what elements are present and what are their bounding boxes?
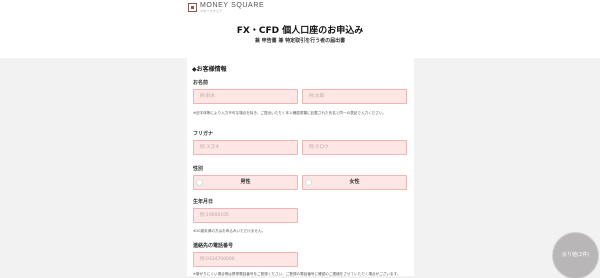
logo-name: MONEY SQUARE (200, 2, 265, 9)
logo-subtitle: マネースクエア (200, 9, 223, 13)
kana-label: フリガナ (193, 131, 214, 137)
phone-input[interactable]: 例:0334700000 (193, 252, 298, 267)
first-name-kana-input[interactable]: 例:タロウ (302, 140, 407, 155)
page-title: FX・CFD 個人口座のお申込み (236, 26, 364, 36)
site-header: MONEY SQUARE マネースクエア FX・CFD 個人口座のお申込み 兼 … (0, 0, 600, 58)
gender-option-female[interactable]: 女性 (302, 175, 407, 190)
back-button[interactable]: 戻り値(2件) (553, 233, 598, 278)
gender-option-male[interactable]: 男性 (193, 175, 298, 190)
birthdate-note: ※20歳未満の方はお申込みいただけません。 (193, 229, 266, 233)
phone-note: ※繋がりにくい場合等は携帯電話番号をご登録ください。ご登録の電話番号に確認のご連… (193, 272, 401, 276)
birthdate-label: 生年月日 (193, 199, 214, 205)
logo[interactable]: MONEY SQUARE マネースクエア (188, 2, 264, 13)
gender-label: 性別 (193, 166, 204, 172)
section-title: ◆お客様情報 (192, 66, 227, 73)
logo-mark-icon (188, 3, 197, 12)
birthdate-input[interactable]: 例:19800105 (193, 208, 298, 223)
last-name-input[interactable]: 例:鈴木 (193, 89, 298, 104)
name-note: ※旧字体等により入力不可な場合を除き、ご提出いただく本人確認書類に記載された氏名… (193, 111, 387, 115)
gender-option-male-label: 男性 (240, 179, 251, 185)
application-form: ◆お客様情報 お名前 例:鈴木 例:太郎 ※旧字体等により入力不可な場合を除き、… (187, 58, 414, 276)
first-name-input[interactable]: 例:太郎 (302, 89, 407, 104)
gender-option-female-label: 女性 (349, 179, 360, 185)
page-subtitle: 兼 申告書 兼 特定取引を行う者の届出書 (254, 38, 346, 44)
last-name-kana-input[interactable]: 例:スズキ (193, 140, 298, 155)
name-label: お名前 (193, 80, 209, 86)
phone-label: 連絡先の電話番号 (193, 243, 234, 249)
